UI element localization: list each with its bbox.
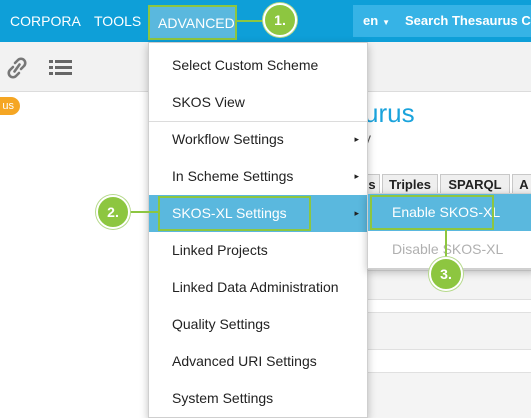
content-panel [364,372,531,418]
menu-item-label: Advanced URI Settings [172,353,317,369]
menu-item-label: Linked Data Administration [172,279,339,295]
menu-item-in-scheme-settings[interactable]: In Scheme Settings ▸ [149,158,367,195]
menu-item-label: SKOS View [172,94,245,110]
page-title: urus [364,98,415,128]
submenu-arrow-icon: ▸ [354,134,359,144]
menu-item-label: Select Custom Scheme [172,57,319,73]
submenu-item-label: Disable SKOS-XL [392,241,504,257]
marker-connector [128,211,160,213]
menu-item-linked-data-administration[interactable]: Linked Data Administration [149,269,367,306]
menu-item-label: Linked Projects [172,242,268,258]
language-selector[interactable]: en ▼ [363,5,390,39]
caret-down-icon: ▼ [382,18,391,27]
enable-skos-xl-option[interactable]: Enable SKOS-XL [368,194,531,231]
search-input[interactable]: Search Thesaurus Co [405,5,531,37]
step-marker-3: 3. [429,257,463,291]
menu-item-skos-xl-settings[interactable]: SKOS-XL Settings ▸ [149,195,367,232]
menu-item-linked-projects[interactable]: Linked Projects [149,232,367,269]
step-marker-2: 2. [96,195,130,229]
menu-item-advanced-uri-settings[interactable]: Advanced URI Settings [149,343,367,380]
menu-item-quality-settings[interactable]: Quality Settings [149,306,367,343]
content-panel [364,312,531,350]
submenu-arrow-icon: ▸ [354,208,359,218]
nav-corpora[interactable]: CORPORA [10,0,81,42]
advanced-menu: Select Custom Scheme SKOS View Workflow … [148,42,368,418]
search-bar: en ▼ Search Thesaurus Co [353,5,531,37]
step-marker-1: 1. [263,3,297,37]
submenu-arrow-icon: ▸ [354,171,359,181]
menu-item-label: Workflow Settings [172,131,284,147]
menu-item-workflow-settings[interactable]: Workflow Settings ▸ [149,121,367,158]
menu-item-skos-view[interactable]: SKOS View [149,84,367,121]
marker-connector [237,20,265,22]
menu-item-system-settings[interactable]: System Settings [149,380,367,417]
nav-tools[interactable]: TOOLS [94,0,141,42]
status-badge: us [0,97,20,115]
menu-item-label: System Settings [172,390,274,406]
menu-item-select-custom-scheme[interactable]: Select Custom Scheme [149,47,367,84]
menu-item-label: In Scheme Settings [172,168,294,184]
highlight-box [370,195,494,230]
nav-advanced[interactable]: ADVANCED [148,5,237,40]
link-icon[interactable] [4,56,30,80]
highlight-box [158,196,311,231]
language-label: en [363,13,379,28]
list-icon[interactable] [48,56,74,80]
menu-item-label: Quality Settings [172,316,271,332]
